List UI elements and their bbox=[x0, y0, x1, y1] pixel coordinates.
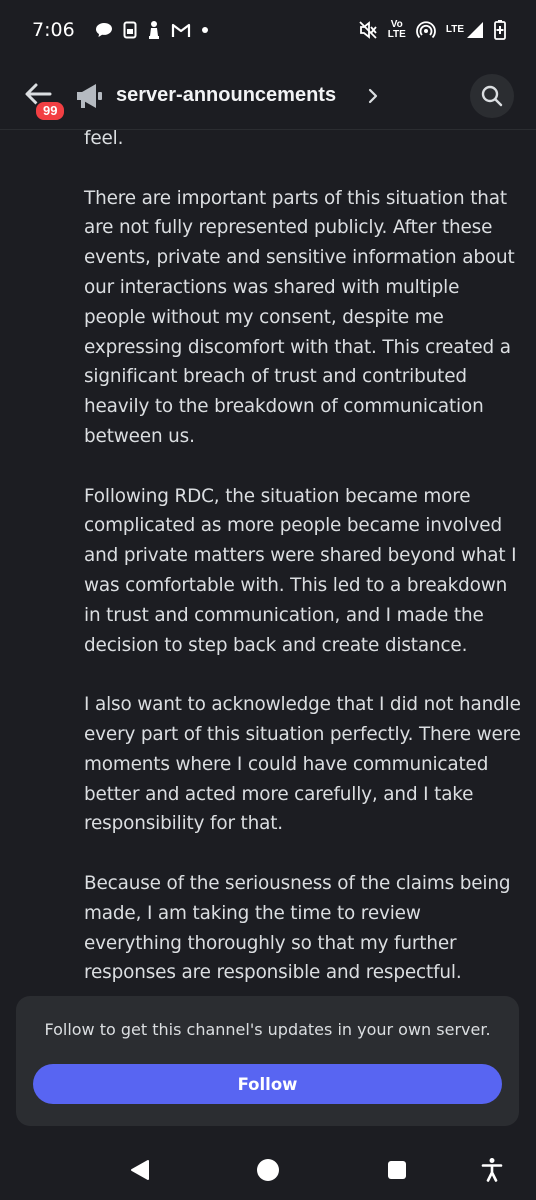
follow-panel: Follow to get this channel's updates in … bbox=[16, 996, 519, 1126]
mute-icon bbox=[358, 20, 378, 40]
nav-back-button[interactable] bbox=[126, 1156, 154, 1184]
sim-card-icon bbox=[123, 21, 137, 39]
message-paragraph: I also want to acknowledge that I did no… bbox=[84, 694, 521, 835]
message-paragraph: feel. bbox=[84, 128, 124, 149]
system-navigation-bar bbox=[0, 1140, 536, 1200]
channel-header: 99 server-announcements bbox=[0, 62, 536, 130]
triangle-back-icon bbox=[131, 1160, 149, 1180]
nav-home-button[interactable] bbox=[254, 1156, 282, 1184]
chat-bubble-icon bbox=[95, 22, 113, 38]
status-left: 7:06 bbox=[32, 19, 209, 41]
circle-home-icon bbox=[257, 1159, 279, 1181]
nav-accessibility-button[interactable] bbox=[478, 1156, 506, 1184]
notification-dot-icon bbox=[201, 26, 209, 34]
search-button[interactable] bbox=[470, 74, 514, 118]
message-paragraph: There are important parts of this situat… bbox=[84, 187, 515, 447]
gmail-icon bbox=[171, 22, 191, 38]
chess-piece-icon bbox=[147, 20, 161, 40]
unread-badge: 99 bbox=[34, 100, 67, 122]
status-bar: 7:06 Vo LTE LTE bbox=[0, 0, 536, 60]
status-time: 7:06 bbox=[32, 19, 75, 41]
message-content: feel. There are important parts of this … bbox=[84, 124, 524, 1018]
accessibility-icon bbox=[481, 1158, 503, 1182]
message-paragraph: Because of the seriousness of the claims… bbox=[84, 872, 511, 984]
nav-recents-button[interactable] bbox=[383, 1156, 411, 1184]
channel-title[interactable]: server-announcements bbox=[116, 84, 336, 107]
volte-bottom-label: LTE bbox=[387, 29, 406, 40]
square-recents-icon bbox=[388, 1161, 406, 1179]
megaphone-icon bbox=[74, 82, 104, 110]
volte-icon: Vo LTE bbox=[388, 20, 406, 40]
message-paragraph: Following RDC, the situation became more… bbox=[84, 485, 517, 656]
hotspot-icon bbox=[415, 20, 436, 40]
battery-icon bbox=[494, 20, 506, 40]
follow-button[interactable]: Follow bbox=[33, 1064, 502, 1104]
lte-signal-icon: LTE bbox=[446, 21, 484, 39]
chevron-right-icon[interactable] bbox=[366, 86, 380, 106]
follow-prompt-text: Follow to get this channel's updates in … bbox=[44, 1020, 491, 1039]
search-icon bbox=[481, 85, 503, 107]
network-label: LTE bbox=[445, 24, 464, 35]
status-right: Vo LTE LTE bbox=[358, 20, 506, 40]
